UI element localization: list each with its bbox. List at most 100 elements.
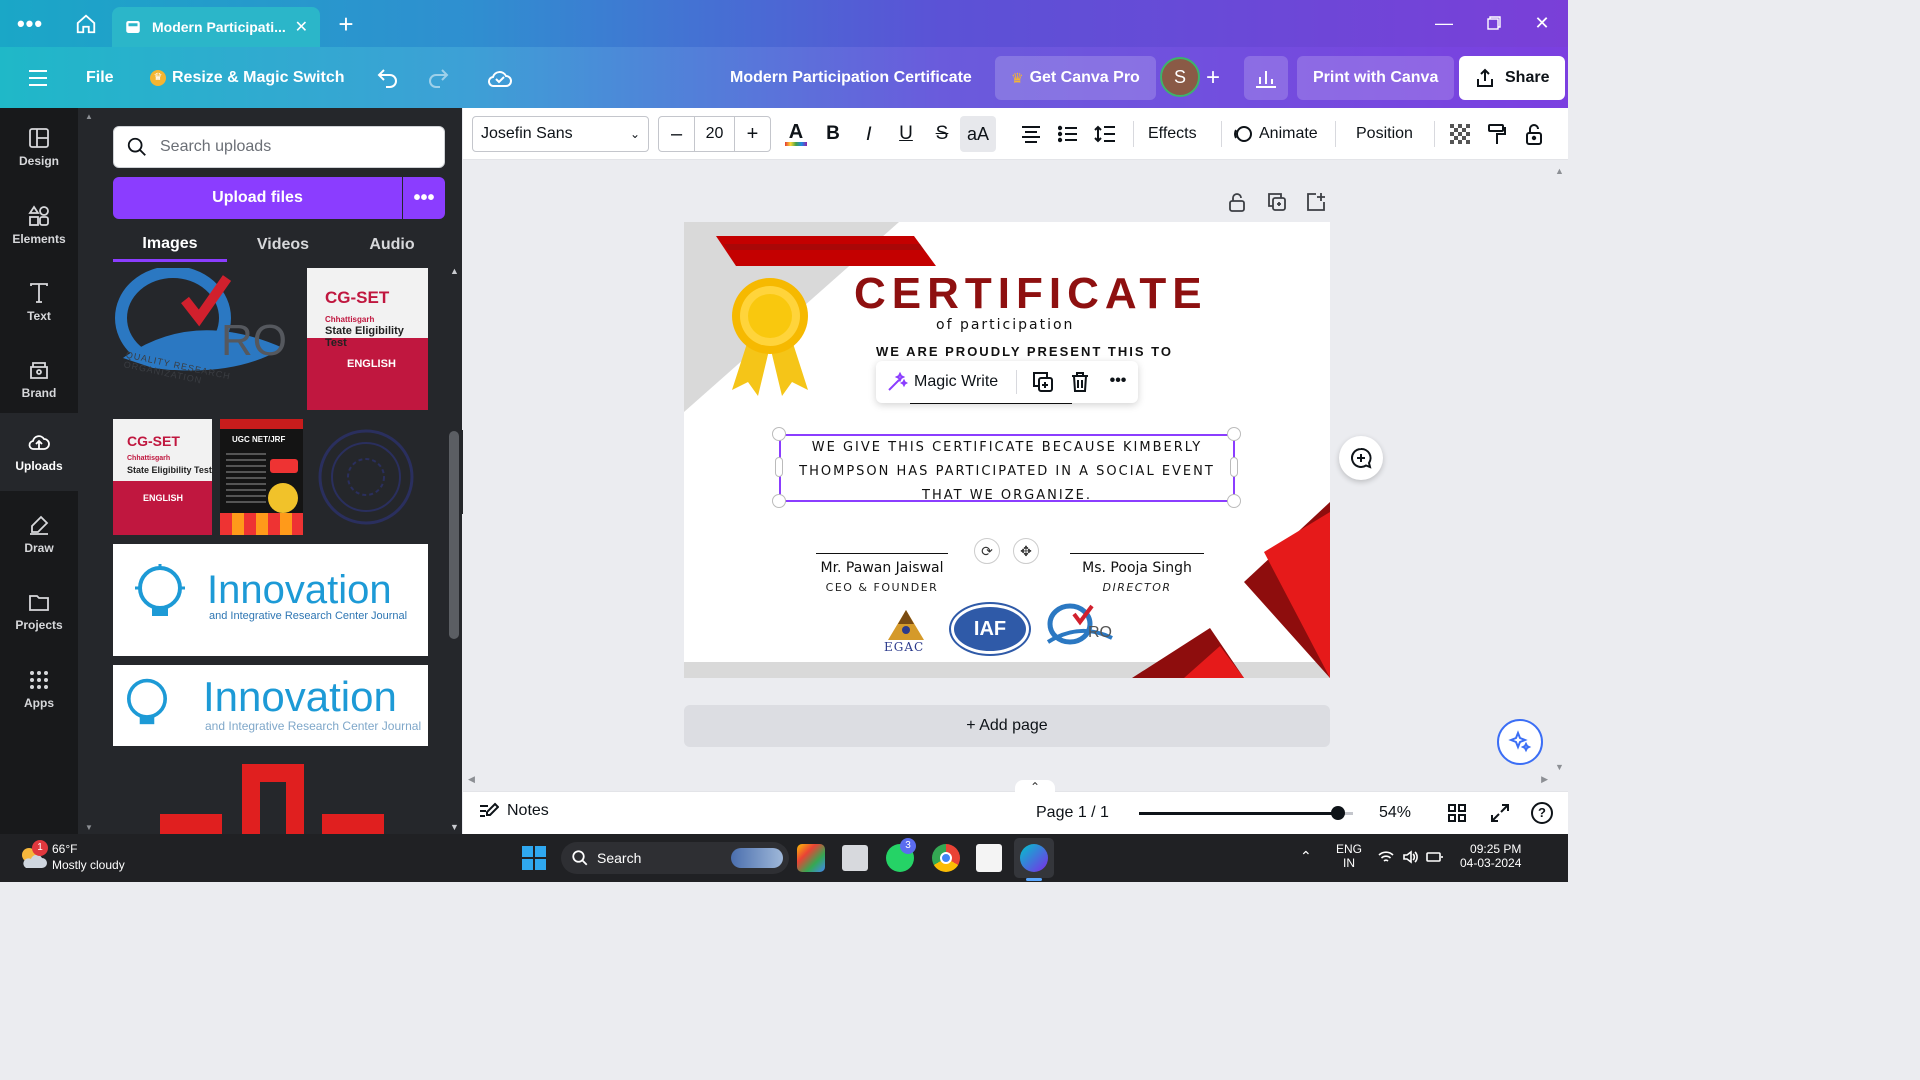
upload-thumb-cgset-book-2[interactable]: CG-SET Chhattisgarh State Eligibility Te… bbox=[113, 419, 212, 535]
print-with-canva-button[interactable]: Print with Canva bbox=[1297, 56, 1455, 100]
browser-tab[interactable]: Modern Participati... ✕ bbox=[112, 7, 320, 47]
resize-magic-switch-button[interactable]: ♛ Resize & Magic Switch bbox=[150, 47, 345, 108]
zoom-slider[interactable] bbox=[1139, 806, 1353, 820]
chrome-icon[interactable] bbox=[932, 844, 960, 872]
resize-handle-bl[interactable] bbox=[772, 494, 786, 508]
canvas-scrollbar-horizontal[interactable]: ◀ ▶ bbox=[466, 774, 1550, 788]
font-size-stepper[interactable]: – 20 + bbox=[658, 116, 771, 152]
help-icon[interactable]: ? bbox=[1531, 802, 1553, 824]
selected-body-text[interactable]: WE GIVE THIS CERTIFICATE BECAUSE KIMBERL… bbox=[779, 434, 1235, 503]
clock[interactable]: 09:25 PM 04-03-2024 bbox=[1460, 842, 1521, 870]
upload-thumb-qro-logo[interactable]: RO QUALITY RESEARCH ORGANIZATION bbox=[113, 268, 303, 410]
search-uploads-input[interactable]: Search uploads bbox=[113, 126, 445, 168]
resize-handle-tr[interactable] bbox=[1227, 427, 1241, 441]
move-handle-icon[interactable]: ✥ bbox=[1013, 538, 1039, 564]
rail-item-uploads[interactable]: Uploads bbox=[0, 413, 78, 491]
certificate-page[interactable]: CERTIFICATE of participation WE ARE PROU… bbox=[684, 222, 1330, 678]
signer-1-role[interactable]: CEO & FOUNDER bbox=[816, 581, 948, 594]
close-tab-icon[interactable]: ✕ bbox=[295, 17, 308, 37]
tab-audio[interactable]: Audio bbox=[339, 228, 445, 262]
zoom-percentage[interactable]: 54% bbox=[1379, 804, 1411, 822]
upload-thumb-stamp[interactable] bbox=[310, 419, 428, 535]
restore-icon[interactable] bbox=[1482, 8, 1506, 38]
home-icon[interactable] bbox=[70, 8, 102, 40]
avatar[interactable]: S bbox=[1160, 57, 1200, 97]
notes-button[interactable]: Notes bbox=[479, 802, 549, 820]
whatsapp-icon[interactable]: 3 bbox=[886, 838, 916, 872]
get-canva-pro-button[interactable]: ♛ Get Canva Pro bbox=[995, 56, 1156, 100]
bold-button[interactable]: B bbox=[821, 116, 845, 152]
present-line[interactable]: WE ARE PROUDLY PRESENT THIS TO bbox=[876, 344, 1173, 359]
rail-item-elements[interactable]: Elements bbox=[0, 190, 78, 260]
lock-page-icon[interactable] bbox=[1228, 192, 1248, 212]
more-options-icon[interactable]: ••• bbox=[1106, 369, 1130, 393]
windows-start-icon[interactable] bbox=[522, 846, 546, 875]
resize-handle-tl[interactable] bbox=[772, 427, 786, 441]
resize-handle-right[interactable] bbox=[1230, 457, 1238, 477]
file-explorer-icon[interactable] bbox=[842, 845, 868, 871]
add-collaborator-icon[interactable]: + bbox=[1206, 47, 1220, 108]
scrollbar-thumb[interactable] bbox=[449, 431, 459, 639]
rail-item-projects[interactable]: Projects bbox=[0, 576, 78, 646]
cloud-saved-icon[interactable] bbox=[487, 47, 513, 108]
certificate-title[interactable]: CERTIFICATE bbox=[854, 270, 1208, 318]
rail-item-design[interactable]: Design bbox=[0, 112, 78, 182]
rail-item-draw[interactable]: Draw bbox=[0, 499, 78, 569]
position-button[interactable]: Position bbox=[1356, 116, 1413, 152]
effects-button[interactable]: Effects bbox=[1148, 116, 1197, 152]
spacing-icon[interactable] bbox=[1091, 116, 1119, 152]
resize-handle-left[interactable] bbox=[775, 457, 783, 477]
strikethrough-button[interactable]: S bbox=[930, 116, 954, 152]
letter-case-button[interactable]: aA bbox=[960, 116, 996, 152]
snipping-tool-icon[interactable] bbox=[976, 844, 1002, 872]
add-page-icon[interactable] bbox=[1306, 192, 1326, 212]
rail-item-text[interactable]: Text bbox=[0, 267, 78, 337]
transparency-icon[interactable] bbox=[1448, 116, 1472, 152]
add-page-button[interactable]: + Add page bbox=[684, 705, 1330, 747]
magic-write-button[interactable]: Magic Write bbox=[886, 370, 998, 394]
document-title[interactable]: Modern Participation Certificate bbox=[730, 47, 972, 108]
duplicate-element-icon[interactable] bbox=[1032, 371, 1054, 393]
upload-more-options-icon[interactable]: ••• bbox=[403, 177, 445, 219]
weather-desc[interactable]: Mostly cloudy bbox=[52, 858, 125, 872]
copy-style-paint-roller-icon[interactable] bbox=[1485, 116, 1509, 152]
add-comment-button[interactable] bbox=[1339, 436, 1383, 480]
grid-view-icon[interactable] bbox=[1447, 803, 1467, 828]
bulleted-list-icon[interactable] bbox=[1054, 116, 1082, 152]
fullscreen-icon[interactable] bbox=[1490, 803, 1510, 828]
text-color-button[interactable]: A bbox=[784, 116, 808, 152]
insights-chart-icon[interactable] bbox=[1244, 56, 1288, 100]
upload-thumb-red-shape[interactable] bbox=[160, 764, 384, 834]
duplicate-page-icon[interactable] bbox=[1267, 192, 1287, 212]
upload-thumb-ugc-net[interactable]: UGC NET/JRF bbox=[220, 419, 303, 535]
share-button[interactable]: Share bbox=[1459, 56, 1566, 100]
language-indicator[interactable]: ENG IN bbox=[1336, 842, 1362, 870]
taskbar-search[interactable]: Search bbox=[561, 842, 789, 874]
qro-logo[interactable]: RO bbox=[1046, 602, 1120, 660]
wifi-icon[interactable] bbox=[1378, 850, 1394, 867]
canvas-scrollbar-vertical[interactable]: ▲ ▼ bbox=[1552, 166, 1566, 772]
rail-item-apps[interactable]: Apps bbox=[0, 654, 78, 724]
font-size-value[interactable]: 20 bbox=[695, 125, 734, 143]
upload-files-button[interactable]: Upload files bbox=[113, 177, 402, 219]
decrease-font-size-button[interactable]: – bbox=[659, 117, 695, 151]
signer-2-role[interactable]: DIRECTOR bbox=[1070, 581, 1204, 594]
signer-1-name[interactable]: Mr. Pawan Jaiswal bbox=[816, 560, 948, 576]
more-options-icon[interactable]: ••• bbox=[14, 8, 46, 40]
resize-handle-br[interactable] bbox=[1227, 494, 1241, 508]
page-indicator[interactable]: Page 1 / 1 bbox=[1036, 804, 1109, 822]
increase-font-size-button[interactable]: + bbox=[734, 117, 770, 151]
font-family-select[interactable]: Josefin Sans ⌄ bbox=[472, 116, 649, 152]
canva-taskbar-button[interactable] bbox=[1014, 838, 1054, 881]
new-tab-button[interactable]: + bbox=[332, 8, 360, 40]
canva-assistant-button[interactable] bbox=[1497, 719, 1543, 765]
weather-cloud-icon[interactable]: 1 bbox=[18, 840, 48, 872]
volume-icon[interactable] bbox=[1402, 849, 1418, 870]
align-center-icon[interactable] bbox=[1017, 116, 1045, 152]
signer-2-name[interactable]: Ms. Pooja Singh bbox=[1070, 560, 1204, 576]
rail-item-brand[interactable]: Brand bbox=[0, 344, 78, 414]
battery-icon[interactable] bbox=[1426, 849, 1444, 870]
certificate-subtitle[interactable]: of participation bbox=[936, 317, 1074, 333]
tab-videos[interactable]: Videos bbox=[227, 228, 339, 262]
upload-thumb-innovation-2[interactable]: Innovation and Integrative Research Cent… bbox=[113, 665, 428, 746]
